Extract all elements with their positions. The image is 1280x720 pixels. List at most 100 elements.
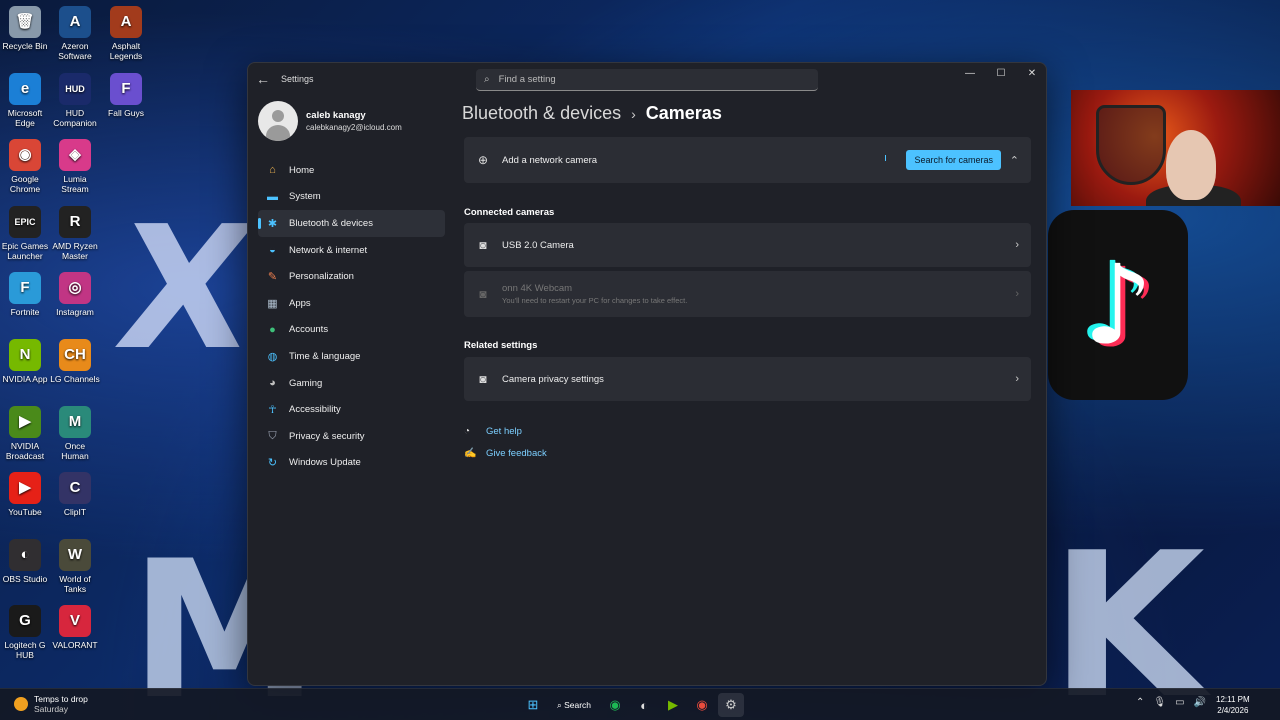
- desktop-icon[interactable]: ◐ OBS Studio: [0, 538, 50, 584]
- app-icon: e: [9, 72, 41, 105]
- camera-icon: ◙: [479, 287, 487, 301]
- system-icon: ▬: [267, 190, 278, 203]
- weather-widget[interactable]: Temps to drop Saturday: [14, 694, 88, 714]
- sidebar-item-accounts[interactable]: ● Accounts: [258, 317, 445, 344]
- get-help-link[interactable]: ◔ Get help: [464, 426, 522, 437]
- breadcrumb: Bluetooth & devices › Cameras: [462, 103, 722, 124]
- close-icon[interactable]: ✕: [1017, 68, 1046, 79]
- user-profile[interactable]: caleb kanagy calebkanagy2@icloud.com: [258, 101, 402, 141]
- desktop-icon-label: VALORANT: [52, 640, 98, 651]
- desktop-icon-label: Asphalt Legends: [109, 41, 143, 61]
- desktop-icon[interactable]: N NVIDIA App: [0, 339, 50, 384]
- maximize-icon[interactable]: ☐: [986, 68, 1016, 79]
- desktop-icon[interactable]: V VALORANT: [50, 605, 100, 650]
- sidebar-item-time-language[interactable]: ◍ Time & language: [258, 343, 445, 370]
- give-feedback-link[interactable]: ✍ Give feedback: [464, 448, 547, 459]
- obs-icon[interactable]: ◐: [631, 693, 657, 717]
- desktop-icon-label: World of Tanks: [59, 573, 91, 594]
- desktop-icon-label: Lumia Stream: [61, 174, 89, 195]
- sidebar-item-personalization[interactable]: ✎ Personalization: [258, 263, 445, 290]
- desktop-icon-label: YouTube: [8, 507, 42, 518]
- sidebar-item-accessibility[interactable]: ☥ Accessibility: [258, 396, 445, 423]
- app-icon: CH: [59, 339, 91, 371]
- sidebar-item-system[interactable]: ▬ System: [258, 184, 445, 211]
- breadcrumb-parent[interactable]: Bluetooth & devices: [462, 103, 621, 124]
- app-icon: ◐: [9, 538, 41, 571]
- desktop-icon[interactable]: ▶ NVIDIA Broadcast: [0, 405, 50, 461]
- sidebar-item-windows-update[interactable]: ↻ Windows Update: [258, 450, 445, 477]
- chrome-icon[interactable]: ◉: [689, 693, 715, 717]
- volume-icon[interactable]: 🔊: [1194, 697, 1206, 708]
- start-button-windows-icon[interactable]: ⊞: [520, 693, 546, 717]
- desktop-icon[interactable]: CH LG Channels: [50, 339, 100, 384]
- desktop-icon[interactable]: ◎ Instagram: [50, 272, 100, 317]
- app-icon: N: [9, 339, 41, 371]
- desktop-icon[interactable]: 🗑 Recycle Bin: [0, 6, 50, 51]
- weather-sub: Saturday: [34, 704, 69, 714]
- sidebar-item-bluetooth-devices[interactable]: ✱ Bluetooth & devices: [258, 210, 445, 237]
- find-setting-search[interactable]: ⌕ Find a setting: [476, 69, 818, 91]
- desktop-icon[interactable]: EPIC Epic Games Launcher: [0, 205, 50, 261]
- app-icon: G: [9, 605, 41, 638]
- desktop-icon[interactable]: F Fortnite: [0, 272, 50, 317]
- connected-cameras-heading: Connected cameras: [464, 207, 555, 218]
- camera-row-onn[interactable]: ◙ onn 4K Webcam You'll need to restart y…: [464, 271, 1031, 317]
- add-network-camera-card[interactable]: ⊕ Add a network camera Search for camera…: [464, 137, 1031, 183]
- app-icon: C: [59, 472, 91, 505]
- desktop-icon[interactable]: e Microsoft Edge: [0, 72, 50, 128]
- chevron-up-icon[interactable]: ⌃: [1136, 697, 1144, 708]
- desktop-icon-label: Instagram: [56, 307, 94, 318]
- accessibility-icon: ☥: [268, 404, 277, 417]
- webcam-background-logo: [1096, 105, 1166, 185]
- microphone-icon[interactable]: 🎙: [1153, 697, 1166, 708]
- camera-privacy-settings-row[interactable]: ◙ Camera privacy settings ›: [464, 357, 1031, 401]
- camera-icon: ◙: [479, 238, 487, 252]
- desktop-icon[interactable]: R AMD Ryzen Master: [50, 205, 100, 261]
- help-icon: ◔: [464, 426, 471, 437]
- clock[interactable]: 12:11 PM 2/4/2026: [1216, 694, 1250, 716]
- sidebar-item-gaming[interactable]: ◕ Gaming: [258, 370, 445, 397]
- back-arrow-icon[interactable]: ←: [256, 71, 270, 87]
- desktop-icon[interactable]: W World of Tanks: [50, 538, 100, 594]
- desktop-icon-label: Google Chrome: [9, 174, 41, 195]
- desktop-icon[interactable]: G Logitech G HUB: [0, 605, 50, 660]
- desktop-icon[interactable]: ◉ Google Chrome: [0, 139, 50, 194]
- wifi-icon: ◒: [269, 244, 276, 257]
- app-icon: ◈: [59, 139, 91, 172]
- taskbar: Temps to drop Saturday ⊞ ⌕ Search ◉ ◐ ▶ …: [0, 688, 1280, 720]
- desktop-icon[interactable]: ▶ YouTube: [0, 472, 50, 517]
- sidebar-item-home[interactable]: ⌂ Home: [258, 157, 445, 184]
- desktop-icon[interactable]: F Fall Guys: [101, 72, 151, 118]
- chevron-right-icon: ›: [1015, 239, 1019, 251]
- sidebar-item-label: Apps: [289, 297, 311, 309]
- sidebar-item-label: Gaming: [289, 377, 323, 389]
- desktop-icon-label: AMD Ryzen Master: [52, 240, 98, 261]
- spotify-icon[interactable]: ◉: [602, 693, 628, 717]
- desktop-icon[interactable]: A Azeron Software: [50, 6, 100, 61]
- desktop-icon[interactable]: A Asphalt Legends: [101, 6, 151, 61]
- app-icon: A: [110, 6, 142, 38]
- desktop-icon[interactable]: HUD HUD Companion: [50, 72, 100, 128]
- desktop-icon[interactable]: C ClipIT: [50, 472, 100, 517]
- sidebar-item-privacy-security[interactable]: ⛉ Privacy & security: [258, 423, 445, 450]
- search-for-cameras-button[interactable]: Search for cameras: [906, 150, 1001, 170]
- tiktok-wallpaper-logo: ♪: [1048, 210, 1188, 400]
- app-icon: F: [110, 72, 142, 105]
- app-icon: EPIC: [9, 205, 41, 238]
- app-icon: ▶: [9, 405, 41, 438]
- app-icon: HUD: [59, 72, 91, 105]
- desktop-icon[interactable]: ◈ Lumia Stream: [50, 139, 100, 194]
- network-icon[interactable]: ▭: [1175, 697, 1184, 708]
- desktop-icon-label: NVIDIA Broadcast: [5, 440, 45, 461]
- sidebar-item-apps[interactable]: ▦ Apps: [258, 290, 445, 317]
- sidebar-item-network-internet[interactable]: ◒ Network & internet: [258, 237, 445, 264]
- nvidia-broadcast-icon[interactable]: ▶: [660, 693, 686, 717]
- chevron-up-icon[interactable]: ⌃: [1010, 154, 1019, 167]
- minimize-icon[interactable]: —: [955, 68, 985, 79]
- desktop-icon-label: Once Human: [61, 440, 89, 461]
- camera-privacy-label: Camera privacy settings: [502, 373, 604, 385]
- camera-row-usb[interactable]: ◙ USB 2.0 Camera ›: [464, 223, 1031, 267]
- taskbar-search-button[interactable]: ⌕ Search: [549, 693, 599, 717]
- desktop-icon[interactable]: M Once Human: [50, 405, 100, 461]
- settings-gear-icon[interactable]: ⚙: [718, 693, 744, 717]
